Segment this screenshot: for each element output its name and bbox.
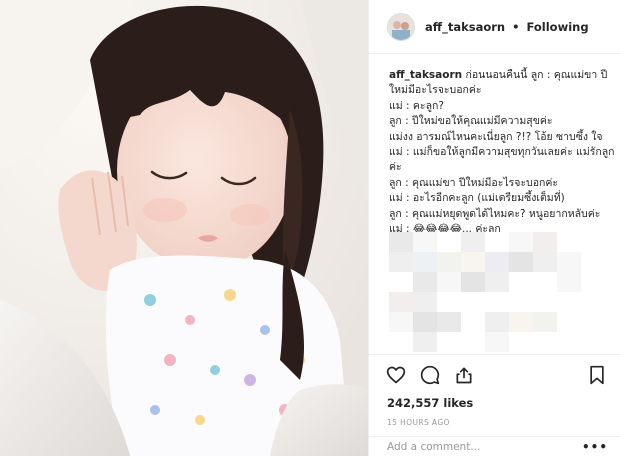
pixelated-block <box>437 332 461 352</box>
pixelated-block <box>581 292 605 312</box>
pixelated-block <box>509 292 533 312</box>
pixelated-block <box>413 272 437 292</box>
bookmark-icon[interactable] <box>586 364 608 386</box>
pixelated-block <box>485 332 509 352</box>
pixelated-block <box>581 312 605 332</box>
caption-line: แม่ : แม่ก็ขอให้ลูกมีความสุขทุกวันเลยค่ะ… <box>389 146 615 159</box>
pixelated-block <box>389 272 413 292</box>
sleeping-child-image <box>0 0 368 456</box>
pixelated-block <box>533 272 557 292</box>
pixelated-block <box>413 292 437 312</box>
pixelated-block <box>557 272 581 292</box>
action-bar <box>369 354 620 394</box>
caption-line: แม่ : อะไรอีกคะลูก (แม่เตรียมซึ้งเต็มที่… <box>389 192 565 205</box>
pixelated-block <box>437 232 461 252</box>
pixelated-block <box>509 332 533 352</box>
comment-icon[interactable] <box>419 364 441 386</box>
pixelated-block <box>533 292 557 312</box>
caption-line: ลูก : คุณแม่ขา ปีใหม่มีอะไรจะบอกค่ะ <box>389 176 559 189</box>
comment-input[interactable] <box>387 440 582 453</box>
add-comment-bar: ••• <box>369 436 620 456</box>
pixelated-block <box>557 332 581 352</box>
pixelated-block <box>437 272 461 292</box>
pixelated-block <box>413 232 437 252</box>
likes-count[interactable]: 242,557 likes <box>369 394 620 412</box>
post-photo[interactable] <box>0 0 368 456</box>
post-header: aff_taksaorn • Following <box>369 0 620 54</box>
pixelated-block <box>461 232 485 252</box>
pixelated-block <box>509 272 533 292</box>
caption-line: aff_taksaorn ก่อนนอนคืนนี้ ลูก : คุณแม่ข… <box>389 68 610 83</box>
instagram-post: aff_taksaorn • Following aff_taksaorn ก่… <box>0 0 620 456</box>
pixelated-block <box>413 332 437 352</box>
pixelated-block <box>461 252 485 272</box>
caption-line: ลูก : คุณแม่หยุดพูดได้ไหมคะ? หนูอยากหลับ… <box>389 207 601 220</box>
pixelated-block <box>461 332 485 352</box>
caption-line: แม่ : คะลูก? <box>389 99 444 112</box>
pixelated-block <box>509 232 533 252</box>
pixelated-block <box>437 312 461 332</box>
pixelated-block <box>485 232 509 252</box>
caption-line: ค่ะ <box>389 161 402 174</box>
caption-line: ใหม่มีอะไรจะบอกค่ะ <box>389 84 482 97</box>
caption-username-link[interactable]: aff_taksaorn <box>389 69 462 81</box>
pixelated-comments <box>389 232 605 352</box>
separator-dot: • <box>512 19 520 34</box>
pixelated-block <box>389 312 413 332</box>
pixelated-block <box>437 292 461 312</box>
pixelated-block <box>581 252 605 272</box>
pixelated-block <box>485 292 509 312</box>
comments-area: aff_taksaorn ก่อนนอนคืนนี้ ลูก : คุณแม่ข… <box>369 54 620 354</box>
pixelated-block <box>437 252 461 272</box>
pixelated-block <box>389 232 413 252</box>
pixelated-block <box>509 312 533 332</box>
caption-line: ลูก : ปีใหม่ขอให้คุณแม่มีความสุขค่ะ <box>389 115 553 128</box>
pixelated-block <box>533 252 557 272</box>
pixelated-block <box>461 312 485 332</box>
header-text: aff_taksaorn • Following <box>425 20 589 34</box>
caption-line: แม่งง อารมณ์ไหนคะเนี่ยลูก ?!? โอ้ย ซาบซึ… <box>389 130 603 143</box>
pixelated-block <box>581 272 605 292</box>
heart-icon[interactable] <box>385 364 407 386</box>
post-details-panel: aff_taksaorn • Following aff_taksaorn ก่… <box>368 0 620 456</box>
pixelated-block <box>389 332 413 352</box>
pixelated-block <box>389 292 413 312</box>
pixelated-block <box>413 252 437 272</box>
more-options-icon[interactable]: ••• <box>582 440 608 454</box>
username-link[interactable]: aff_taksaorn <box>425 20 505 34</box>
pixelated-block <box>557 312 581 332</box>
pixelated-block <box>485 252 509 272</box>
post-timestamp[interactable]: 15 HOURS AGO <box>369 412 620 434</box>
pixelated-block <box>485 312 509 332</box>
pixelated-block <box>413 312 437 332</box>
pixelated-block <box>485 272 509 292</box>
pixelated-block <box>581 232 605 252</box>
pixelated-block <box>509 252 533 272</box>
pixelated-block <box>461 292 485 312</box>
pixelated-block <box>557 232 581 252</box>
caption-text: ก่อนนอนคืนนี้ ลูก : คุณแม่ขา ปี <box>465 69 608 81</box>
pixelated-block <box>557 292 581 312</box>
following-button[interactable]: Following <box>527 20 589 34</box>
avatar[interactable] <box>387 12 415 41</box>
share-icon[interactable] <box>453 364 475 386</box>
pixelated-block <box>389 252 413 272</box>
pixelated-block <box>557 252 581 272</box>
pixelated-block <box>533 232 557 252</box>
pixelated-block <box>533 312 557 332</box>
pixelated-block <box>533 332 557 352</box>
post-caption: aff_taksaorn ก่อนนอนคืนนี้ ลูก : คุณแม่ข… <box>389 68 615 237</box>
pixelated-block <box>581 332 605 352</box>
pixelated-block <box>461 272 485 292</box>
